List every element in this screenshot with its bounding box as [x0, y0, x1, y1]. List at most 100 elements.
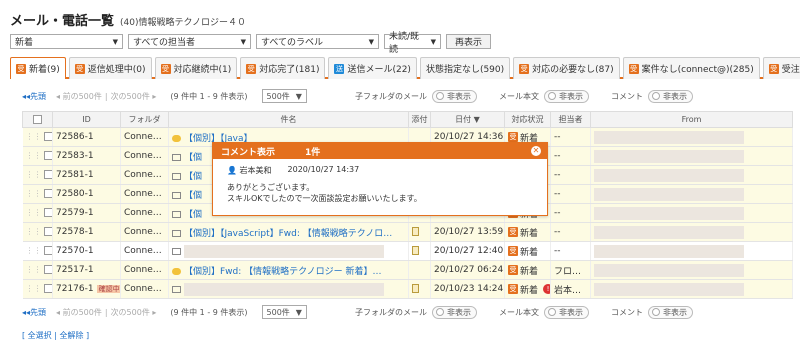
row-checkbox[interactable]: [44, 151, 52, 160]
selection-links: [ 全選択 | 全解除 ]: [22, 331, 90, 340]
row-assignee: --: [550, 203, 591, 223]
tab-in-progress[interactable]: 受対応継続中(1): [154, 57, 238, 79]
mail-icon[interactable]: [172, 210, 181, 218]
row-checkbox[interactable]: [44, 284, 52, 293]
folder-tabs: 受新着(9) 受返信処理中(0) 受対応継続中(1) 受対応完了(181) 送送…: [10, 57, 800, 79]
mail-icon[interactable]: [172, 229, 181, 237]
close-icon[interactable]: ✕: [531, 146, 541, 156]
redacted-from: [594, 130, 744, 144]
select-all-link[interactable]: [ 全選択: [22, 331, 52, 340]
row-checkbox[interactable]: [44, 265, 52, 274]
body-toggle[interactable]: 非表示: [543, 305, 589, 319]
col-date[interactable]: 日付 ▼: [430, 111, 505, 128]
row-subject[interactable]: 【個: [184, 210, 202, 220]
tab-sent[interactable]: 送送信メール(22): [328, 57, 417, 79]
subfolder-toggle[interactable]: 非表示: [431, 89, 477, 103]
row-id: 72583-1: [56, 151, 94, 161]
row-folder: Conne…: [120, 203, 169, 223]
row-status: 新着: [520, 285, 539, 296]
drag-handle-icon[interactable]: ⋮⋮: [26, 208, 42, 217]
drag-handle-icon[interactable]: ⋮⋮: [26, 284, 42, 293]
comment-author: 👤 岩本美和: [227, 166, 272, 175]
chevron-down-icon: ▼: [368, 37, 374, 46]
prev-page-link[interactable]: ◂ 前の500件: [56, 307, 102, 318]
tab-no-status[interactable]: 状態指定なし(590): [419, 57, 511, 79]
comment-icon[interactable]: [172, 267, 181, 275]
row-subject[interactable]: 【個: [184, 153, 202, 163]
next-page-link[interactable]: 次の500件 ▸: [111, 307, 157, 318]
drag-handle-icon[interactable]: ⋮⋮: [26, 265, 42, 274]
comment-toggle[interactable]: 非表示: [647, 89, 693, 103]
row-id: 72517-1: [56, 265, 94, 275]
assignee-select[interactable]: すべての担当者 ▼: [128, 34, 251, 49]
row-subject[interactable]: 【個別】Fwd: 【情報戦略テクノロジー 新着】…: [184, 267, 381, 277]
mail-icon[interactable]: [172, 153, 181, 161]
tab-orders[interactable]: 受受注(5): [762, 57, 800, 79]
row-checkbox[interactable]: [44, 170, 52, 179]
row-subject[interactable]: 【個: [184, 172, 202, 182]
row-subject[interactable]: 【個: [184, 191, 202, 201]
row-assignee: --: [550, 146, 591, 166]
refresh-button[interactable]: 再表示: [446, 34, 492, 49]
col-subject[interactable]: 件名: [168, 111, 409, 128]
redacted-from: [594, 225, 744, 239]
col-folder[interactable]: フォルダ: [120, 111, 169, 128]
redacted-from: [594, 244, 744, 258]
per-page-select[interactable]: 500件 ▼: [261, 89, 307, 103]
mail-icon[interactable]: [172, 172, 181, 180]
table-row[interactable]: ⋮⋮ 72517-1 Conne… 【個別】Fwd: 【情報戦略テクノロジー 新着】…: [22, 260, 793, 280]
row-assignee: --: [550, 165, 591, 185]
clear-selection-link[interactable]: 全解除 ]: [59, 331, 89, 340]
tab-new[interactable]: 受新着(9): [10, 57, 66, 79]
col-status[interactable]: 対応状況: [504, 111, 551, 128]
next-page-link[interactable]: 次の500件 ▸: [111, 91, 157, 102]
inbox-icon: 受: [628, 63, 639, 74]
mail-icon[interactable]: [172, 191, 181, 199]
per-page-select[interactable]: 500件 ▼: [261, 305, 307, 319]
read-select[interactable]: 未読/既読 ▼: [384, 32, 441, 55]
row-checkbox[interactable]: [44, 132, 52, 141]
row-checkbox[interactable]: [44, 246, 52, 255]
drag-handle-icon[interactable]: ⋮⋮: [26, 151, 42, 160]
inbox-icon: 受: [74, 63, 85, 74]
drag-handle-icon[interactable]: ⋮⋮: [26, 132, 42, 141]
comment-toggle[interactable]: 非表示: [647, 305, 693, 319]
row-checkbox[interactable]: [44, 189, 52, 198]
row-folder: Conne…: [120, 279, 169, 299]
col-assignee[interactable]: 担当者: [550, 111, 591, 128]
row-folder: Conne…: [120, 146, 169, 166]
col-attachment[interactable]: 添付: [408, 111, 431, 128]
row-assignee: --: [550, 222, 591, 242]
body-toggle[interactable]: 非表示: [543, 89, 589, 103]
status-select[interactable]: 新着 ▼: [10, 34, 123, 49]
first-page-link[interactable]: ◂◂先頭: [22, 307, 46, 318]
row-date: 20/10/27 13:59: [430, 222, 505, 242]
drag-handle-icon[interactable]: ⋮⋮: [26, 227, 42, 236]
comment-icon[interactable]: [172, 134, 181, 142]
table-row[interactable]: ⋮⋮ 72570-1 Conne… 20/10/27 12:40 受新着 --: [22, 241, 793, 261]
tab-replying[interactable]: 受返信処理中(0): [68, 57, 152, 79]
drag-handle-icon[interactable]: ⋮⋮: [26, 170, 42, 179]
subfolder-toggle[interactable]: 非表示: [431, 305, 477, 319]
mail-icon[interactable]: [172, 247, 181, 255]
table-row[interactable]: ⋮⋮ 72176-1 確認中 Conne… 20/10/23 14:24 受新着! 岩本…: [22, 279, 793, 299]
row-subject[interactable]: 【個別】【JavaScript】Fwd: 【情報戦略テクノロ…: [184, 229, 392, 239]
row-id: 72578-1: [56, 227, 94, 237]
col-from[interactable]: From: [590, 111, 793, 128]
col-id[interactable]: ID: [52, 111, 121, 128]
row-folder: Conne…: [120, 241, 169, 261]
drag-handle-icon[interactable]: ⋮⋮: [26, 189, 42, 198]
drag-handle-icon[interactable]: ⋮⋮: [26, 246, 42, 255]
row-id: 72581-1: [56, 170, 94, 180]
first-page-link[interactable]: ◂◂先頭: [22, 91, 46, 102]
label-select[interactable]: すべてのラベル ▼: [256, 34, 379, 49]
tab-no-action[interactable]: 受対応の必要なし(87): [513, 57, 620, 79]
tab-no-case[interactable]: 受案件なし(connect@)(285): [622, 57, 760, 79]
tab-done[interactable]: 受対応完了(181): [240, 57, 326, 79]
table-row[interactable]: ⋮⋮ 72578-1 Conne… 【個別】【JavaScript】Fwd: 【情報…: [22, 222, 793, 242]
prev-page-link[interactable]: ◂ 前の500件: [56, 91, 102, 102]
mail-icon[interactable]: [172, 285, 181, 293]
row-checkbox[interactable]: [44, 208, 52, 217]
row-checkbox[interactable]: [44, 227, 52, 236]
select-all-checkbox[interactable]: [33, 115, 42, 124]
